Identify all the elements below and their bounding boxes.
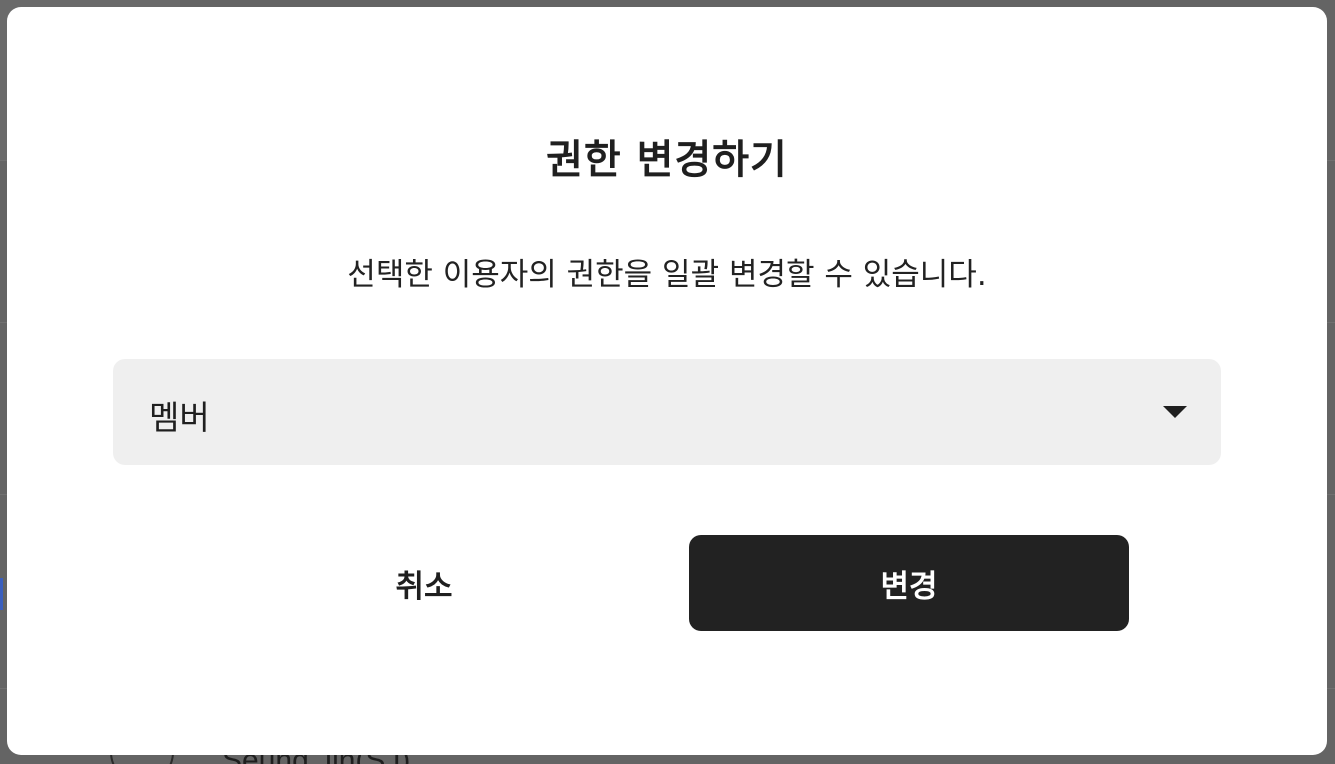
background-accent xyxy=(0,578,3,610)
change-permission-dialog: 권한 변경하기 선택한 이용자의 권한을 일괄 변경할 수 있습니다. 멤버 취… xyxy=(7,7,1327,755)
change-button[interactable]: 변경 xyxy=(689,535,1129,631)
role-select[interactable]: 멤버 xyxy=(113,359,1221,465)
chevron-down-icon xyxy=(1163,406,1187,418)
dialog-title: 권한 변경하기 xyxy=(546,137,788,183)
cancel-button[interactable]: 취소 xyxy=(201,535,647,631)
dialog-description: 선택한 이용자의 권한을 일괄 변경할 수 있습니다. xyxy=(347,257,987,293)
role-select-value: 멤버 xyxy=(149,398,210,437)
